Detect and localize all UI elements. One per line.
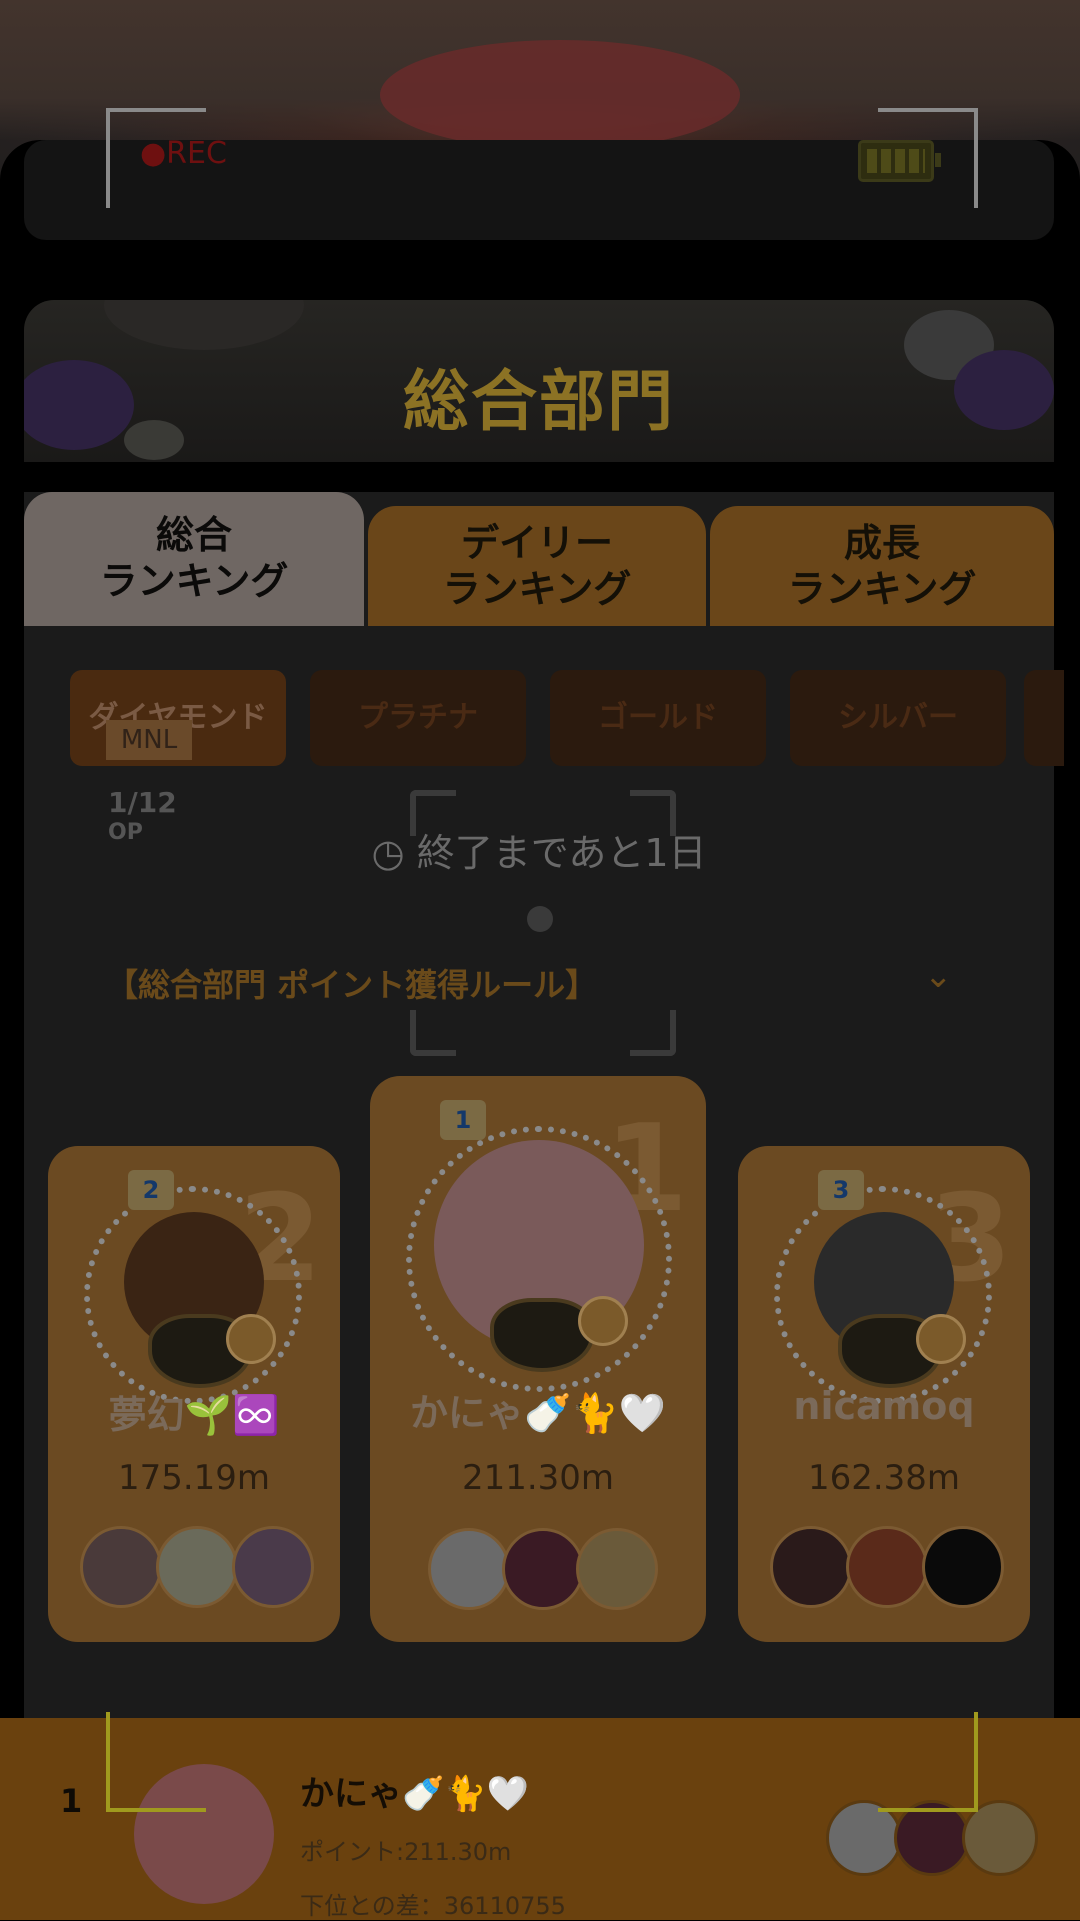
viewfinder-corner [106,1712,206,1812]
my-name: かにゃ🍼🐈🤍 [300,1774,530,1814]
flower-decoration [104,300,304,350]
podium-name: 夢幻🌱♾️ [108,1393,280,1437]
supporter-avatar [232,1526,314,1608]
emblem-icon [490,1298,594,1372]
viewfinder-corner [106,108,206,208]
countdown-timer: ◷ 終了まであと1日 [24,822,1054,877]
podium-score: 162.38m [807,1458,961,1498]
focus-point-icon [527,906,553,932]
ranking-panel: 総合 ランキング デイリー ランキング 成長 ランキング ダイヤモンド プラチナ… [24,492,1064,1722]
podium-score: 211.30m [461,1458,615,1498]
tab-growth-ranking[interactable]: 成長 ランキング [710,506,1054,626]
tier-chip-platinum[interactable]: プラチナ [310,670,526,766]
viewfinder-corner [878,108,978,208]
chevron-down-icon[interactable]: ⌄ [924,956,953,996]
banner-title: 総合部門 [403,363,675,440]
clock-icon: ◷ [371,831,405,875]
supporter-avatar [770,1526,852,1608]
mnl-badge: MNL [106,720,192,760]
crown-badge: 3 [818,1170,864,1210]
tab-label-line1: 成長 [843,521,920,565]
podium-card-2[interactable]: 2 2 夢幻🌱♾️ 175.19m [48,1146,340,1642]
live-icon [916,1314,966,1364]
tier-chip-silver[interactable]: シルバー [790,670,1006,766]
my-rank-number: 1 [60,1782,83,1820]
supporter-avatar [922,1526,1004,1608]
podium-name: かにゃ🍼🐈🤍 [410,1391,666,1435]
crown-badge: 2 [128,1170,174,1210]
supporter-avatar [428,1528,510,1610]
supporter-avatar [80,1526,162,1608]
rules-link[interactable]: 【総合部門 ポイント獲得ルール】 [106,960,597,1006]
focus-bracket [410,790,456,836]
viewfinder-corner [878,1712,978,1812]
podium-name: nicamoq [793,1384,975,1428]
podium-card-3[interactable]: 3 3 nicamoq 162.38m [738,1146,1030,1642]
supporter-avatar [156,1526,238,1608]
overlay-count: 1/12 [108,786,177,819]
category-banner: 総合部門 [24,300,1054,462]
photo-lip [380,40,740,150]
my-diff: 下位との差：36110755 [300,1892,566,1920]
tab-overall-ranking[interactable]: 総合 ランキング [24,492,364,626]
tab-label-line2: ランキング [99,559,289,603]
countdown-text: 終了まであと1日 [416,831,707,875]
tier-chip-more[interactable] [1024,670,1064,766]
focus-bracket [630,790,676,836]
podium-score: 175.19m [117,1458,271,1498]
focus-bracket [630,1010,676,1056]
tab-label-line2: ランキング [442,567,632,611]
supporter-avatar [846,1526,928,1608]
tier-chip-gold[interactable]: ゴールド [550,670,766,766]
supporter-avatar [502,1528,584,1610]
tab-label-line1: 総合 [155,513,232,557]
supporter-avatar [576,1528,658,1610]
focus-bracket [410,1010,456,1056]
crown-badge: 1 [440,1100,486,1140]
live-icon [578,1296,628,1346]
live-icon [226,1314,276,1364]
tab-label-line2: ランキング [787,567,977,611]
podium-card-1[interactable]: 1 1 かにゃ🍼🐈🤍 211.30m [370,1076,706,1642]
my-points: ポイント:211.30m [300,1838,512,1866]
tab-daily-ranking[interactable]: デイリー ランキング [368,506,706,626]
tab-label-line1: デイリー [460,521,613,565]
